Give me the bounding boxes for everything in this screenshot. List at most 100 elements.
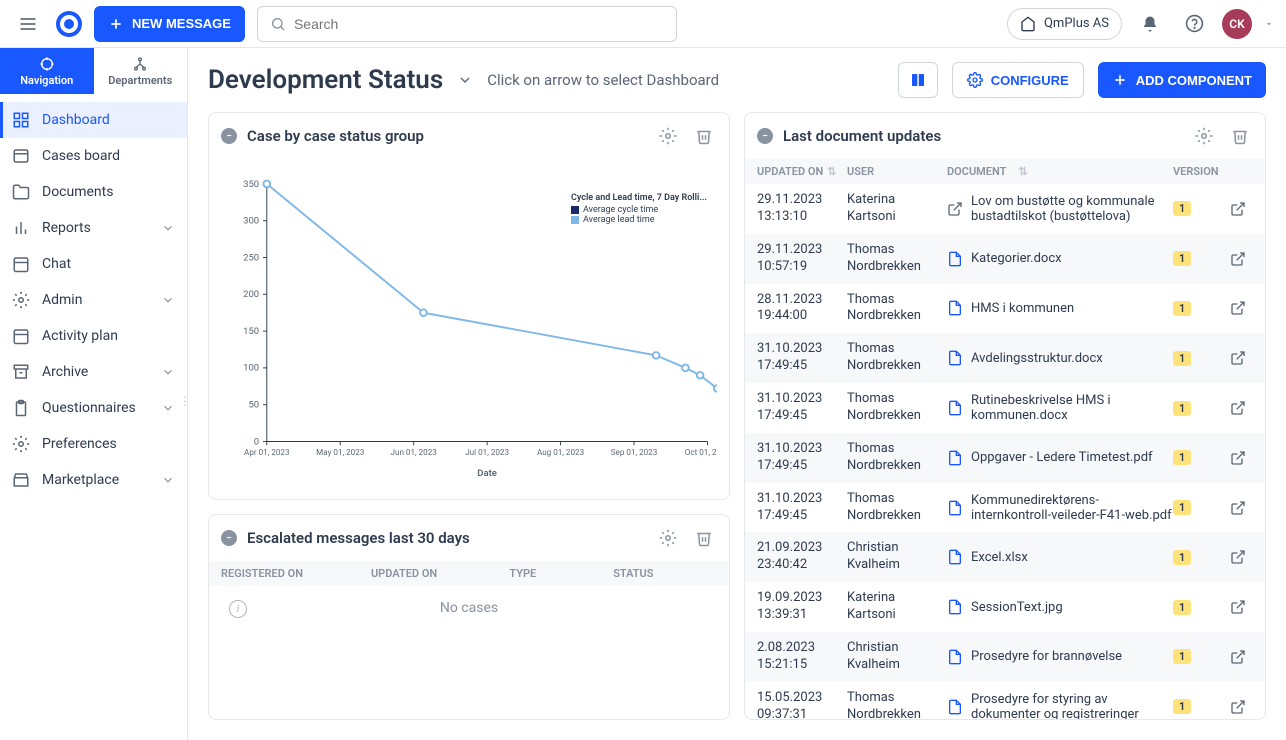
nav-item-marketplace[interactable]: Marketplace: [0, 462, 187, 498]
cell-document[interactable]: Rutinebeskrivelse HMS i kommunen.docx: [947, 393, 1173, 423]
cell-document[interactable]: Kategorier.docx: [947, 251, 1173, 267]
card-settings-button[interactable]: [655, 123, 681, 149]
open-button[interactable]: [1223, 649, 1253, 665]
cell-date: 21.09.202323:40:42: [757, 540, 847, 574]
cell-user: Thomas Nordbrekken: [847, 441, 947, 475]
sort-icon: ⇅: [1018, 165, 1027, 178]
collapse-button[interactable]: −: [221, 128, 237, 144]
card-settings-button[interactable]: [655, 525, 681, 551]
new-message-button[interactable]: NEW MESSAGE: [94, 6, 245, 42]
gear-icon: [12, 435, 30, 453]
cell-date: 28.11.202319:44:00: [757, 292, 847, 326]
open-button[interactable]: [1223, 350, 1253, 366]
open-icon: [1230, 599, 1246, 615]
nav-item-dashboard[interactable]: Dashboard: [0, 102, 187, 138]
nav-item-chat[interactable]: Chat: [0, 246, 187, 282]
open-icon: [1230, 699, 1246, 715]
card-case-status: − Case by case status group 050100150200…: [208, 112, 730, 500]
card-title: Escalated messages last 30 days: [247, 529, 470, 547]
add-component-button[interactable]: ADD COMPONENT: [1098, 62, 1266, 98]
search-input[interactable]: [294, 16, 664, 32]
open-button[interactable]: [1223, 450, 1253, 466]
chart-area: 050100150200250300350Apr 01, 2023May 01,…: [209, 159, 729, 499]
nav-item-reports[interactable]: Reports: [0, 210, 187, 246]
org-selector[interactable]: QmPlus AS: [1007, 8, 1122, 40]
nav-item-archive[interactable]: Archive: [0, 354, 187, 390]
card-delete-button[interactable]: [1227, 123, 1253, 149]
collapse-button[interactable]: −: [221, 530, 237, 546]
search-bar[interactable]: [257, 6, 677, 42]
nav-item-preferences[interactable]: Preferences: [0, 426, 187, 462]
col-user[interactable]: USER: [847, 165, 947, 178]
nav-item-activity-plan[interactable]: Activity plan: [0, 318, 187, 354]
clipboard-icon: [12, 399, 30, 417]
trash-icon: [695, 529, 713, 547]
cell-document[interactable]: SessionText.jpg: [947, 599, 1173, 615]
configure-label: CONFIGURE: [991, 73, 1069, 88]
nav-item-admin[interactable]: Admin: [0, 282, 187, 318]
card-delete-button[interactable]: [691, 123, 717, 149]
tab-navigation[interactable]: Navigation: [0, 48, 94, 94]
chevron-down-icon: [161, 293, 175, 307]
chevron-down-icon[interactable]: [457, 72, 473, 88]
cell-document[interactable]: Avdelingsstruktur.docx: [947, 350, 1173, 366]
chevron-down-icon: [161, 221, 175, 235]
search-icon: [270, 16, 286, 32]
help-icon: [1185, 14, 1204, 33]
cell-document[interactable]: Kommunedirektørens-internkontroll-veiled…: [947, 493, 1173, 523]
layout-toggle-button[interactable]: [898, 62, 938, 98]
col-updated[interactable]: UPDATED ON: [371, 567, 509, 580]
cell-version: 1: [1173, 600, 1223, 615]
col-type[interactable]: TYPE: [509, 567, 613, 580]
nav-item-cases-board[interactable]: Cases board: [0, 138, 187, 174]
new-message-label: NEW MESSAGE: [132, 16, 231, 31]
sidebar-resize-handle[interactable]: ⋮: [179, 394, 191, 408]
configure-button[interactable]: CONFIGURE: [952, 62, 1084, 98]
nav-label: Reports: [42, 220, 91, 236]
card-settings-button[interactable]: [1191, 123, 1217, 149]
cell-document[interactable]: Prosedyre for brannøvelse: [947, 649, 1173, 665]
card-documents: − Last document updates UPDATED ON⇅ USER…: [744, 112, 1266, 720]
svg-text:200: 200: [243, 289, 259, 300]
col-version[interactable]: VERSION: [1173, 165, 1223, 178]
file-icon: [947, 300, 963, 316]
open-button[interactable]: [1223, 699, 1253, 715]
collapse-button[interactable]: −: [757, 128, 773, 144]
col-updated-on[interactable]: UPDATED ON⇅: [757, 165, 847, 178]
menu-button[interactable]: [12, 8, 44, 40]
trash-icon: [695, 127, 713, 145]
help-button[interactable]: [1178, 8, 1210, 40]
notifications-button[interactable]: [1134, 8, 1166, 40]
col-registered[interactable]: REGISTERED ON: [221, 567, 371, 580]
cell-version: 1: [1173, 251, 1223, 266]
open-button[interactable]: [1223, 201, 1253, 217]
svg-text:May 01, 2023: May 01, 2023: [316, 447, 365, 457]
cell-document[interactable]: Lov om bustøtte og kommunale bustadtilsk…: [947, 194, 1173, 224]
nav-item-documents[interactable]: Documents: [0, 174, 187, 210]
cell-date: 29.11.202310:57:19: [757, 242, 847, 276]
nav-item-questionnaires[interactable]: Questionnaires: [0, 390, 187, 426]
col-document[interactable]: DOCUMENT⇅: [947, 165, 1173, 178]
avatar-dropdown-icon[interactable]: [1264, 19, 1274, 29]
cell-version: 1: [1173, 450, 1223, 465]
cell-document[interactable]: Oppgaver - Ledere Timetest.pdf: [947, 450, 1173, 466]
open-button[interactable]: [1223, 500, 1253, 516]
user-avatar[interactable]: CK: [1222, 9, 1252, 39]
file-icon: [947, 599, 963, 615]
open-button[interactable]: [1223, 400, 1253, 416]
cell-document[interactable]: Excel.xlsx: [947, 549, 1173, 565]
open-button[interactable]: [1223, 251, 1253, 267]
table-row: 29.11.202310:57:19 Thomas Nordbrekken Ka…: [745, 234, 1265, 284]
app-logo[interactable]: [56, 11, 82, 37]
cell-document[interactable]: Prosedyre for styring av dokumenter og r…: [947, 692, 1173, 719]
open-button[interactable]: [1223, 599, 1253, 615]
cell-document[interactable]: HMS i kommunen: [947, 300, 1173, 316]
open-button[interactable]: [1223, 300, 1253, 316]
cell-date: 31.10.202317:49:45: [757, 491, 847, 525]
tab-departments[interactable]: Departments: [94, 48, 188, 94]
table-row: 28.11.202319:44:00 Thomas Nordbrekken HM…: [745, 284, 1265, 334]
open-button[interactable]: [1223, 549, 1253, 565]
col-status[interactable]: STATUS: [613, 567, 717, 580]
chart-legend: Cycle and Lead time, 7 Day Rolli... Aver…: [571, 193, 707, 225]
card-delete-button[interactable]: [691, 525, 717, 551]
